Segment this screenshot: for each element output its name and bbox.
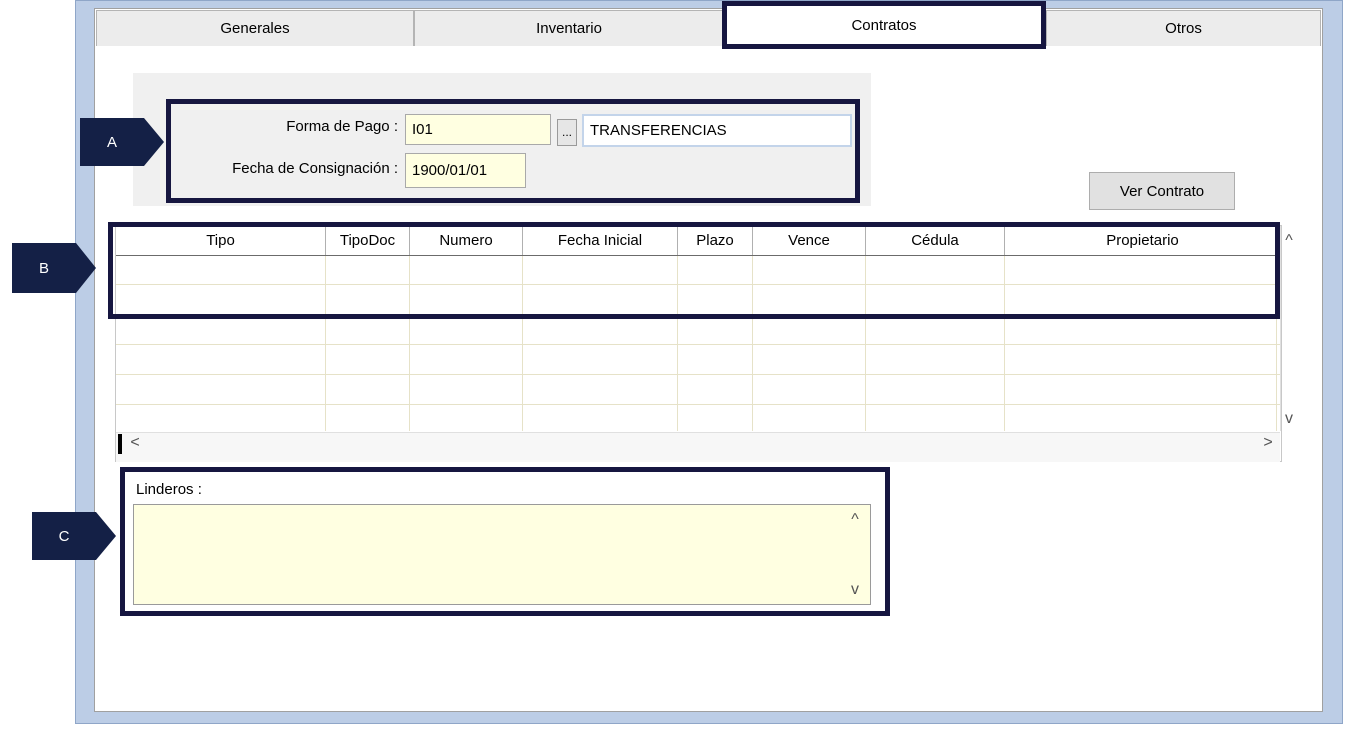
callout-b-label: B <box>38 259 49 277</box>
callout-b-arrow <box>76 243 96 293</box>
callout-b: B <box>12 243 96 293</box>
callout-c-arrow <box>96 512 116 560</box>
table-row[interactable] <box>116 404 1280 405</box>
tab-otros[interactable]: Otros <box>1046 10 1321 46</box>
vertical-scrollbar[interactable] <box>1280 226 1281 431</box>
tab-generales[interactable]: Generales <box>96 10 414 46</box>
ver-contrato-button[interactable]: Ver Contrato <box>1089 172 1235 210</box>
callout-a-arrow <box>144 118 164 166</box>
callout-c: C <box>32 512 116 560</box>
scroll-down-icon[interactable]: v <box>1280 410 1298 430</box>
tab-inventario[interactable]: Inventario <box>414 10 724 46</box>
tab-contratos[interactable]: Contratos <box>722 1 1046 49</box>
table-row[interactable] <box>116 344 1280 345</box>
callout-a-label: A <box>106 133 117 151</box>
table-row[interactable] <box>116 374 1280 375</box>
highlight-box-a <box>166 99 860 203</box>
callout-c-label: C <box>58 527 70 545</box>
scroll-up-icon[interactable]: ^ <box>1280 232 1298 252</box>
callout-a: A <box>80 118 164 166</box>
horizontal-scrollbar[interactable] <box>116 432 1280 462</box>
highlight-box-b <box>108 222 1280 319</box>
scroll-thumb[interactable] <box>118 434 122 454</box>
scroll-left-icon[interactable]: < <box>126 434 144 454</box>
scroll-right-icon[interactable]: > <box>1259 434 1277 454</box>
highlight-box-c <box>120 467 890 616</box>
